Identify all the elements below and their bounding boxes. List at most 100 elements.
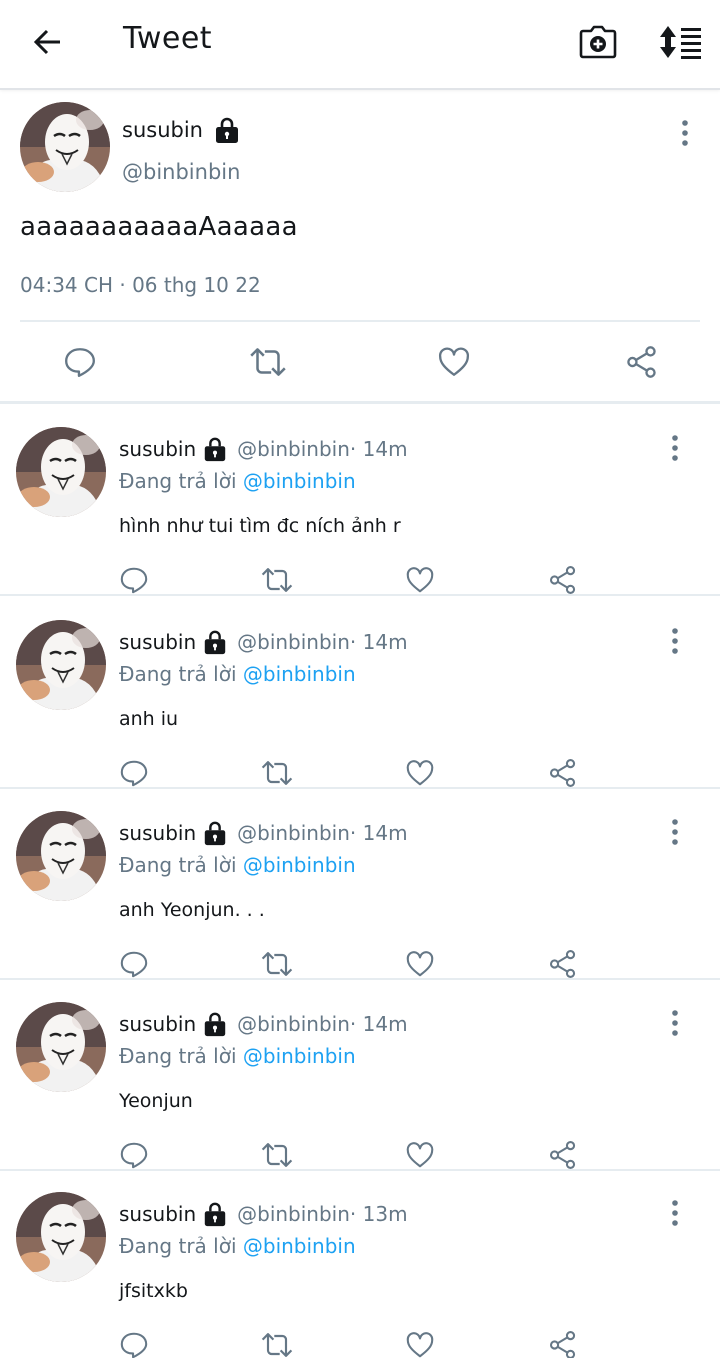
more-options-button[interactable] — [660, 433, 690, 463]
more-options-button[interactable] — [660, 1008, 690, 1038]
mention-link[interactable]: @binbinbin — [243, 1044, 356, 1068]
avatar[interactable] — [16, 811, 106, 901]
tweet-timestamp: 04:34 CH · 06 thg 10 22 — [20, 273, 261, 297]
avatar[interactable] — [16, 1002, 106, 1092]
reply-tweet[interactable]: susubin @binbinbin · 14m Đang trả lời @b… — [0, 789, 720, 980]
retweet-icon — [247, 345, 289, 379]
more-vertical-icon — [670, 1198, 680, 1228]
more-options-button[interactable] — [670, 118, 700, 148]
more-vertical-icon — [680, 118, 690, 148]
page-title: Tweet — [123, 21, 213, 56]
retweet-button[interactable] — [257, 1137, 297, 1173]
replying-to-label: Đang trả lời — [119, 853, 243, 877]
like-button[interactable] — [402, 1327, 438, 1358]
author-name-row: susubin — [122, 116, 241, 144]
mention-link[interactable]: @binbinbin — [243, 662, 356, 686]
share-button[interactable] — [545, 1327, 581, 1358]
reply-tweet[interactable]: susubin @binbinbin · 14m Đang trả lời @b… — [0, 980, 720, 1171]
more-options-button[interactable] — [660, 626, 690, 656]
reply-header: susubin @binbinbin · 14m — [119, 629, 408, 655]
arrow-left-icon — [33, 29, 60, 55]
replying-to-label: Đang trả lời — [119, 469, 243, 493]
author-name[interactable]: susubin — [119, 821, 196, 845]
avatar[interactable] — [20, 102, 110, 192]
reply-time: · 14m — [349, 437, 408, 461]
share-button[interactable] — [545, 1137, 581, 1173]
share-icon — [625, 345, 659, 379]
mention-link[interactable]: @binbinbin — [243, 1234, 356, 1258]
reply-button[interactable] — [116, 1137, 152, 1173]
like-button[interactable] — [402, 1137, 438, 1173]
retweet-button[interactable] — [257, 946, 297, 982]
share-button[interactable] — [545, 755, 581, 791]
author-handle[interactable]: @binbinbin — [237, 1202, 350, 1226]
share-button[interactable] — [545, 946, 581, 982]
author-handle[interactable]: @binbinbin — [237, 630, 350, 654]
replying-to-label: Đang trả lời — [119, 1234, 243, 1258]
retweet-button[interactable] — [257, 1327, 297, 1358]
mention-link[interactable]: @binbinbin — [243, 853, 356, 877]
author-name[interactable]: susubin — [119, 1012, 196, 1036]
camera-button[interactable] — [574, 18, 622, 66]
author-name[interactable]: susubin — [119, 437, 196, 461]
share-button[interactable] — [622, 342, 662, 382]
share-button[interactable] — [545, 562, 581, 598]
retweet-button[interactable] — [246, 342, 290, 382]
reply-header: susubin @binbinbin · 14m — [119, 820, 408, 846]
like-button[interactable] — [434, 342, 474, 382]
reply-time: · 13m — [349, 1202, 408, 1226]
like-button[interactable] — [402, 946, 438, 982]
author-handle[interactable]: @binbinbin — [237, 437, 350, 461]
reply-tweet[interactable]: susubin @binbinbin · 14m Đang trả lời @b… — [0, 598, 720, 789]
reply-button[interactable] — [116, 946, 152, 982]
author-name[interactable]: susubin — [119, 1202, 196, 1226]
reply-button[interactable] — [60, 342, 100, 382]
reply-button[interactable] — [116, 755, 152, 791]
sort-button[interactable] — [655, 18, 707, 66]
reply-button[interactable] — [116, 1327, 152, 1358]
avatar[interactable] — [16, 1192, 106, 1282]
app-bar: Tweet — [0, 0, 720, 90]
like-button[interactable] — [402, 755, 438, 791]
replying-to-label: Đang trả lời — [119, 1044, 243, 1068]
lock-icon — [202, 1011, 228, 1037]
heart-icon — [405, 1140, 435, 1170]
replying-to: Đang trả lời @binbinbin — [119, 1234, 356, 1258]
reply-text: Yeonjun — [119, 1090, 193, 1112]
reply-time: · 14m — [349, 630, 408, 654]
more-vertical-icon — [670, 817, 680, 847]
reply-tweet[interactable]: susubin @binbinbin · 13m Đang trả lời @b… — [0, 1170, 720, 1358]
author-name[interactable]: susubin — [119, 630, 196, 654]
more-options-button[interactable] — [660, 1198, 690, 1228]
more-options-button[interactable] — [660, 817, 690, 847]
mention-link[interactable]: @binbinbin — [243, 469, 356, 493]
author-handle[interactable]: @binbinbin — [122, 160, 240, 184]
replying-to: Đang trả lời @binbinbin — [119, 662, 356, 686]
more-vertical-icon — [670, 433, 680, 463]
reply-icon — [119, 1330, 149, 1358]
replying-to-label: Đang trả lời — [119, 662, 243, 686]
reply-text: jfsitxkb — [119, 1280, 188, 1302]
replying-to: Đang trả lời @binbinbin — [119, 853, 356, 877]
reply-header: susubin @binbinbin · 13m — [119, 1201, 408, 1227]
reply-icon — [119, 949, 149, 979]
reply-tweet[interactable]: susubin @binbinbin · 14m Đang trả lời @b… — [0, 405, 720, 596]
heart-icon — [405, 1330, 435, 1358]
like-button[interactable] — [402, 562, 438, 598]
back-button[interactable] — [24, 20, 72, 64]
retweet-button[interactable] — [257, 755, 297, 791]
author-handle[interactable]: @binbinbin — [237, 1012, 350, 1036]
sort-icon — [660, 26, 701, 59]
share-icon — [548, 949, 578, 979]
heart-icon — [405, 949, 435, 979]
reply-icon — [63, 345, 97, 379]
author-name[interactable]: susubin — [122, 118, 203, 142]
reply-button[interactable] — [116, 562, 152, 598]
author-handle[interactable]: @binbinbin — [237, 821, 350, 845]
replying-to: Đang trả lời @binbinbin — [119, 1044, 356, 1068]
avatar[interactable] — [16, 620, 106, 710]
retweet-button[interactable] — [257, 562, 297, 598]
avatar[interactable] — [16, 427, 106, 517]
share-icon — [548, 1140, 578, 1170]
heart-icon — [405, 565, 435, 595]
